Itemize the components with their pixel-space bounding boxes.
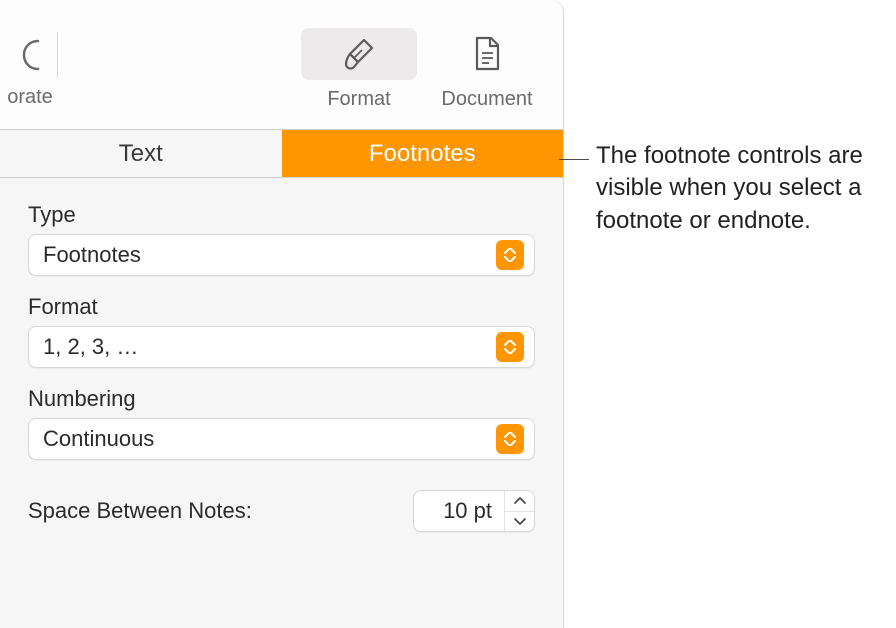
paintbrush-icon: [342, 37, 376, 71]
space-between-notes-field: Space Between Notes: 10 pt: [28, 490, 535, 532]
tab-text[interactable]: Text: [0, 130, 282, 177]
chevron-down-icon: [514, 518, 526, 525]
format-dropdown[interactable]: 1, 2, 3, …: [28, 326, 535, 368]
format-button[interactable]: Format: [297, 18, 421, 111]
type-field: Type Footnotes: [28, 202, 535, 276]
tabs: Text Footnotes: [0, 130, 563, 178]
numbering-field: Numbering Continuous: [28, 386, 535, 460]
chevron-up-icon: [514, 497, 526, 504]
toolbar-item-label: orate: [0, 86, 60, 109]
tab-footnotes[interactable]: Footnotes: [282, 130, 564, 177]
format-field: Format 1, 2, 3, …: [28, 294, 535, 368]
stepper-value: 10 pt: [414, 498, 504, 524]
space-stepper[interactable]: 10 pt: [413, 490, 535, 532]
footnotes-content: Type Footnotes Format 1, 2, 3, … Numberi…: [0, 178, 563, 556]
dropdown-value: Footnotes: [43, 242, 496, 268]
toolbar: orate Format: [0, 0, 563, 130]
toolbar-item-label: Document: [441, 88, 532, 111]
space-label: Space Between Notes:: [28, 498, 413, 524]
stepper-buttons: [504, 491, 534, 531]
format-label: Format: [28, 294, 535, 320]
toolbar-item-label: Format: [327, 88, 390, 111]
stepper-up-button[interactable]: [505, 491, 534, 512]
dropdown-handle-icon: [496, 424, 524, 454]
collaborate-icon: [2, 32, 58, 78]
document-button[interactable]: Document: [425, 18, 549, 111]
callout-text: The footnote controls are visible when y…: [596, 140, 896, 237]
document-icon: [472, 36, 502, 72]
dropdown-handle-icon: [496, 332, 524, 362]
numbering-label: Numbering: [28, 386, 535, 412]
dropdown-value: 1, 2, 3, …: [43, 334, 496, 360]
numbering-dropdown[interactable]: Continuous: [28, 418, 535, 460]
toolbar-collaborate-item[interactable]: orate: [0, 32, 60, 109]
format-panel: orate Format: [0, 0, 564, 628]
stepper-down-button[interactable]: [505, 512, 534, 532]
dropdown-value: Continuous: [43, 426, 496, 452]
dropdown-handle-icon: [496, 240, 524, 270]
type-dropdown[interactable]: Footnotes: [28, 234, 535, 276]
type-label: Type: [28, 202, 535, 228]
callout-line: [559, 159, 589, 160]
toolbar-group: Format Document: [297, 18, 549, 111]
